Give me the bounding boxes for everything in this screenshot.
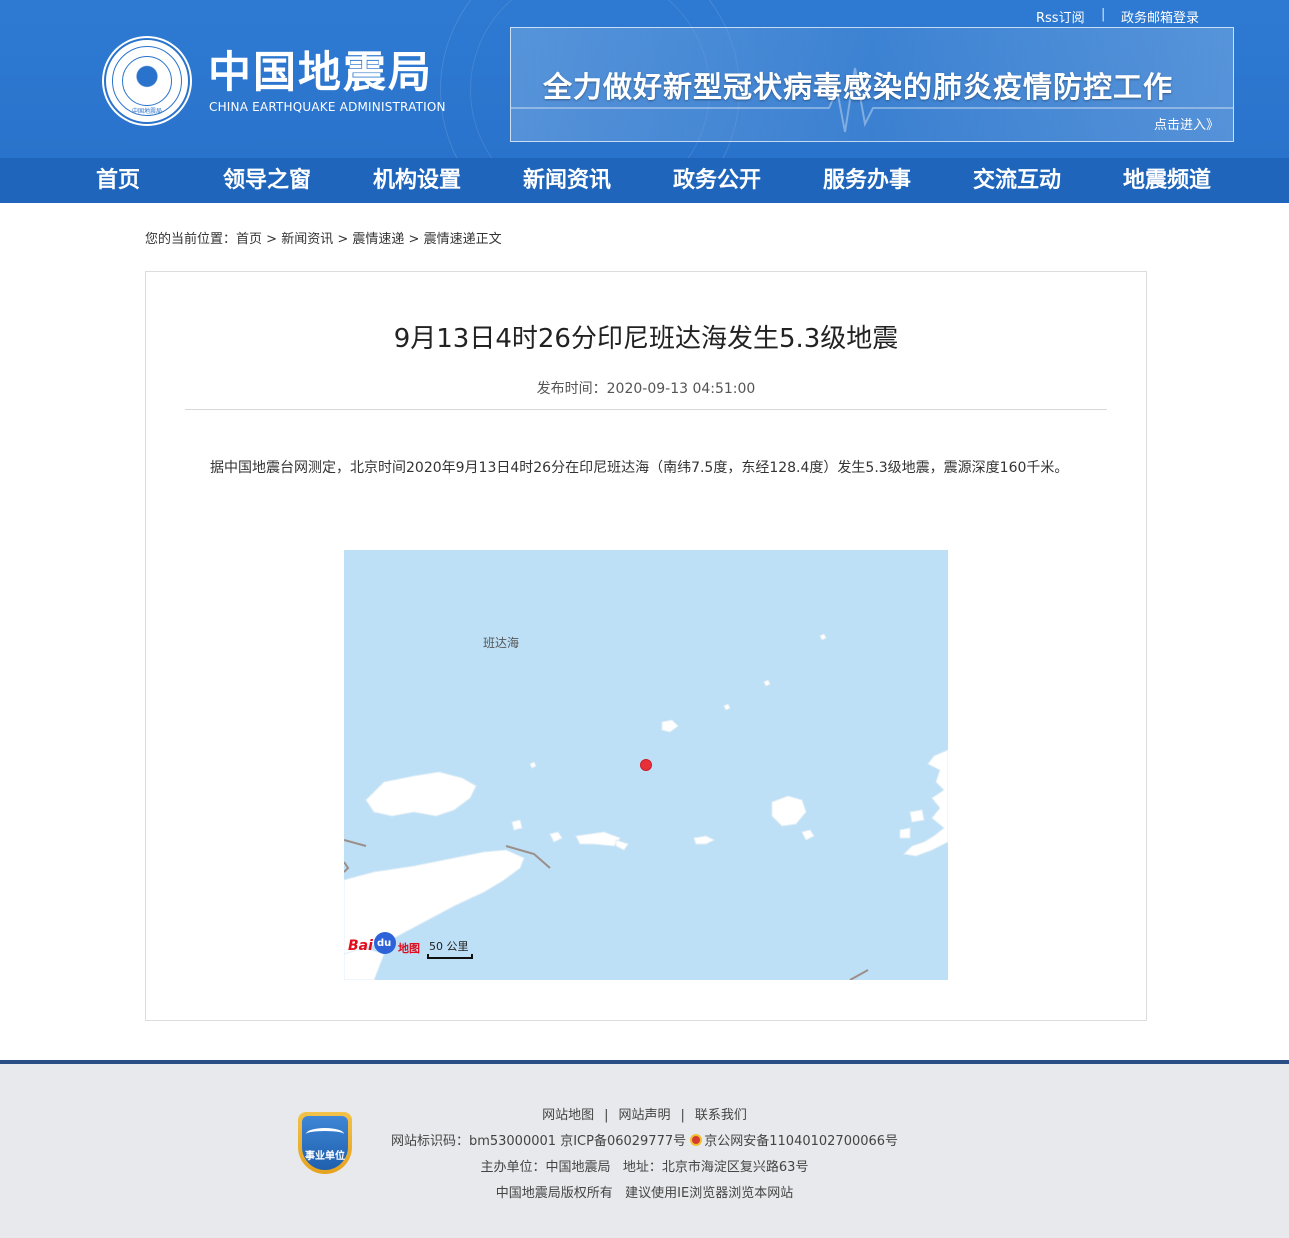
breadcrumb-current: 震情速递正文: [423, 232, 502, 247]
rss-link[interactable]: Rss订阅: [1036, 7, 1085, 26]
nav-item-earthquake-channel[interactable]: 地震频道: [1123, 158, 1211, 203]
map-scale-label: 50 公里: [429, 940, 469, 953]
publish-time: 发布时间：2020-09-13 04:51:00: [146, 378, 1146, 398]
breadcrumb-separator: >: [333, 232, 353, 247]
breadcrumb: 您的当前位置：首页 > 新闻资讯 > 震情速递 > 震情速递正文: [145, 228, 502, 247]
article-title: 9月13日4时26分印尼班达海发生5.3级地震: [393, 324, 899, 354]
footer-link-separator: |: [680, 1108, 685, 1123]
sitemap-link[interactable]: 网站地图: [542, 1108, 594, 1123]
nav-item-gov-affairs[interactable]: 政务公开: [673, 158, 761, 203]
footer-sponsor-row: 主办单位：中国地震局 地址：北京市海淀区复兴路63号: [480, 1160, 809, 1175]
map-scale-bar: [427, 954, 473, 959]
publish-time-value: 2020-09-13 04:51:00: [606, 381, 756, 397]
nav-item-home[interactable]: 首页: [96, 158, 140, 203]
police-record-link[interactable]: 京公网安备11040102700066号: [704, 1134, 898, 1149]
breadcrumb-prefix: 您的当前位置：: [145, 232, 237, 247]
banner-title: 全力做好新型冠状病毒感染的肺炎疫情防控工作: [543, 70, 1174, 104]
site-footer: 事业单位 网站地图 | 网站声明 | 联系我们 网站标识码：bm53000001 京IC…: [0, 1064, 1289, 1238]
contact-us-link[interactable]: 联系我们: [695, 1108, 747, 1123]
banner-enter-link[interactable]: 点击进入》: [1154, 114, 1219, 133]
logo-title-cn: 中国地震局: [208, 48, 433, 98]
footer-link-separator: |: [604, 1108, 609, 1123]
epicenter-marker-icon[interactable]: [640, 759, 652, 771]
top-links: Rss订阅 | 政务邮箱登录: [1000, 7, 1240, 26]
main-nav: 首页 领导之窗 机构设置 新闻资讯 政务公开 服务办事 交流互动 地震频道: [0, 158, 1289, 203]
breadcrumb-news[interactable]: 新闻资讯: [281, 232, 333, 247]
logo-title-en: CHINA EARTHQUAKE ADMINISTRATION: [209, 100, 446, 114]
site-statement-link[interactable]: 网站声明: [618, 1108, 670, 1123]
nav-item-interaction[interactable]: 交流互动: [973, 158, 1061, 203]
gov-mail-login-link[interactable]: 政务邮箱登录: [1121, 7, 1199, 26]
breadcrumb-quake-express[interactable]: 震情速递: [352, 232, 404, 247]
article-container: 9月13日4时26分印尼班达海发生5.3级地震 发布时间：2020-09-13 …: [145, 271, 1147, 1021]
top-links-separator: |: [1101, 7, 1106, 22]
article-body: 据中国地震台网测定，北京时间2020年9月13日4时26分在印尼班达海（南纬7.…: [210, 460, 1069, 476]
baidu-map-logo[interactable]: Bai du 地图: [348, 932, 424, 958]
breadcrumb-separator: >: [404, 232, 424, 247]
epicenter-map[interactable]: 班达海 Bai du 地图 50 公里: [344, 550, 948, 980]
epidemic-banner[interactable]: 全力做好新型冠状病毒感染的肺炎疫情防控工作 点击进入》: [510, 27, 1234, 142]
title-divider: [185, 409, 1107, 410]
emblem-text: 中国地震局: [131, 108, 162, 115]
footer-copyright-row: 中国地震局版权所有 建议使用IE浏览器浏览本网站: [495, 1186, 794, 1201]
nav-item-leaders[interactable]: 领导之窗: [223, 158, 311, 203]
nav-item-organization[interactable]: 机构设置: [373, 158, 461, 203]
site-header: Rss订阅 | 政务邮箱登录 中国地震局 中国地震局 CHINA EARTHQU…: [0, 0, 1289, 158]
cea-emblem-icon: 中国地震局: [104, 38, 190, 124]
baidu-logo-ditu: 地图: [398, 942, 420, 955]
site-id-code: 网站标识码：bm53000001: [390, 1134, 557, 1149]
banda-sea-label: 班达海: [483, 636, 520, 650]
emblem-core: [132, 62, 162, 98]
publish-time-label: 发布时间：: [536, 381, 607, 397]
breadcrumb-separator: >: [262, 232, 282, 247]
footer-links: 网站地图 | 网站声明 | 联系我们: [0, 1104, 1289, 1123]
baidu-logo-bai: Bai: [348, 938, 373, 954]
nav-item-services[interactable]: 服务办事: [823, 158, 911, 203]
icp-link[interactable]: 京ICP备06029777号: [560, 1134, 686, 1149]
police-badge-icon: [690, 1134, 703, 1146]
baidu-logo-du: du: [377, 938, 392, 949]
breadcrumb-home[interactable]: 首页: [236, 232, 262, 247]
footer-registration-row: 网站标识码：bm53000001 京ICP备06029777号 京公网安备110…: [0, 1130, 1289, 1149]
nav-item-news[interactable]: 新闻资讯: [523, 158, 611, 203]
